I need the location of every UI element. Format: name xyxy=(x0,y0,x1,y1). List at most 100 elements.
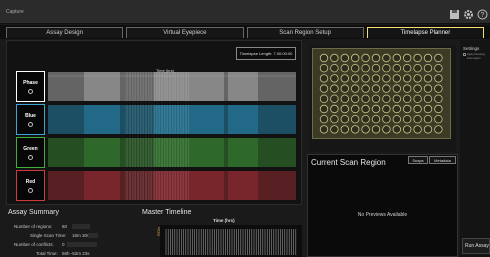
well xyxy=(351,74,360,83)
well xyxy=(319,125,329,134)
well xyxy=(319,64,329,73)
scan-region-panel xyxy=(307,154,458,257)
channel-label: Phase xyxy=(23,79,38,86)
settings-line-2: scan region xyxy=(467,57,481,60)
no-previews-text: No Previews Available xyxy=(357,212,408,218)
well xyxy=(434,94,443,103)
conflicts-value: 0 xyxy=(62,242,65,247)
well xyxy=(382,94,391,103)
regions-box xyxy=(72,224,90,229)
well xyxy=(371,94,381,103)
channel-label: Green xyxy=(23,145,38,152)
well xyxy=(319,74,329,83)
help-icon[interactable]: ? xyxy=(477,9,488,20)
run-assay-button[interactable]: Run Assay xyxy=(462,238,490,254)
total-time-label: Total Time: xyxy=(36,251,58,256)
well xyxy=(413,114,422,124)
channel-button-red[interactable]: Red xyxy=(16,170,45,201)
well xyxy=(392,125,401,134)
well xyxy=(351,84,360,93)
well xyxy=(413,104,422,114)
well xyxy=(413,53,422,63)
well xyxy=(340,74,349,83)
well xyxy=(361,125,370,134)
well xyxy=(361,64,370,73)
well xyxy=(392,53,401,63)
well xyxy=(402,74,412,83)
master-timeline-chart xyxy=(160,225,302,257)
well xyxy=(351,64,360,73)
well xyxy=(319,104,329,114)
tab-assay-design[interactable]: Assay Design xyxy=(6,27,124,38)
well xyxy=(423,53,433,63)
timelapse-lanes xyxy=(48,72,296,200)
well xyxy=(392,94,401,103)
well xyxy=(340,114,349,124)
well xyxy=(340,64,349,73)
conflicts-label: Number of conflicts: xyxy=(14,242,54,247)
well xyxy=(371,64,381,73)
well xyxy=(351,125,360,134)
well xyxy=(423,104,433,114)
well xyxy=(402,125,412,134)
acquisition-block xyxy=(84,72,120,101)
well xyxy=(382,114,391,124)
well xyxy=(423,114,433,124)
save-icon[interactable] xyxy=(449,9,460,20)
scan-region-title: Current Scan Region xyxy=(311,158,386,167)
well xyxy=(330,84,339,93)
well xyxy=(340,53,349,63)
window-title: Capture xyxy=(6,9,24,15)
plate-wells xyxy=(319,53,443,134)
well xyxy=(371,114,381,124)
single-scan-label: Single Scan Time: xyxy=(30,233,67,238)
well xyxy=(330,104,339,114)
metadata-button[interactable]: Metadata xyxy=(429,156,456,164)
well xyxy=(330,64,339,73)
well xyxy=(351,114,360,124)
well xyxy=(371,53,381,63)
well xyxy=(351,104,360,114)
channel-label: Red xyxy=(25,178,36,185)
well xyxy=(392,84,401,93)
snaps-button[interactable]: Snaps xyxy=(408,156,428,164)
well xyxy=(413,84,422,93)
well xyxy=(371,104,381,114)
well xyxy=(434,104,443,114)
well xyxy=(392,74,401,83)
well xyxy=(413,64,422,73)
tab-scan-region-setup[interactable]: Scan Region Setup xyxy=(246,27,364,38)
well xyxy=(392,64,401,73)
settings-title: Settings xyxy=(463,46,480,51)
well xyxy=(382,64,391,73)
well xyxy=(319,84,329,93)
well xyxy=(330,94,339,103)
settings-panel xyxy=(460,40,490,257)
well xyxy=(319,53,329,63)
apply-focusing-checkbox[interactable] xyxy=(463,53,466,56)
assay-summary-title: Assay Summary xyxy=(8,209,59,216)
well xyxy=(361,84,370,93)
well xyxy=(382,74,391,83)
well xyxy=(340,125,349,134)
clock-icon xyxy=(28,88,33,94)
channel-button-phase[interactable]: Phase xyxy=(16,71,45,102)
well xyxy=(423,94,433,103)
well xyxy=(423,125,433,134)
gear-icon[interactable] xyxy=(463,9,474,20)
well xyxy=(402,104,412,114)
tab-timelapse-planner[interactable]: Timelapse Planner xyxy=(366,27,484,38)
well xyxy=(340,104,349,114)
well xyxy=(340,94,349,103)
tab-virtual-eyepiece[interactable]: Virtual Eyepiece xyxy=(126,27,244,38)
single-scan-box xyxy=(88,233,98,238)
channel-button-blue[interactable]: Blue xyxy=(16,104,45,135)
acquisition-block xyxy=(228,105,258,134)
well xyxy=(351,53,360,63)
regions-label: Number of regions: xyxy=(14,224,53,229)
well xyxy=(402,84,412,93)
well xyxy=(371,125,381,134)
channel-button-green[interactable]: Green xyxy=(16,137,45,168)
well xyxy=(361,114,370,124)
well xyxy=(402,64,412,73)
